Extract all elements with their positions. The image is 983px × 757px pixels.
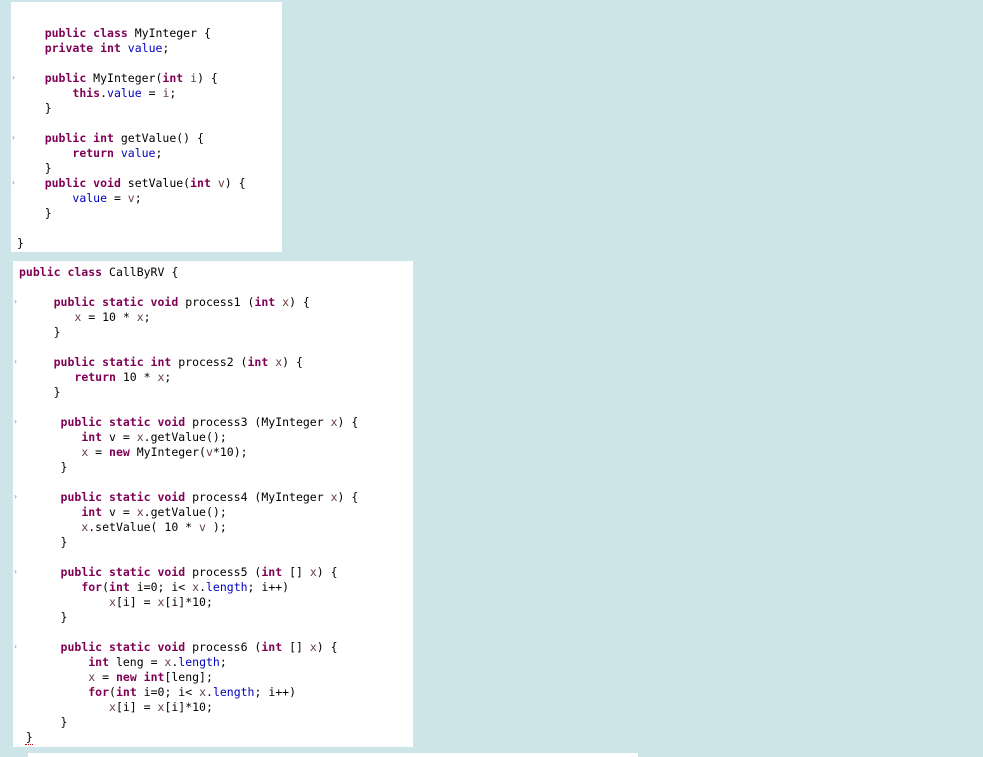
fold-marker-icon[interactable]: › <box>13 298 18 306</box>
fold-marker-icon[interactable]: › <box>13 643 18 651</box>
code-line: value = v; <box>72 191 142 205</box>
code-line: x[i] = x[i]*10; <box>109 700 213 714</box>
code-line: x = new MyInteger(v*10); <box>81 445 248 459</box>
fold-marker-icon[interactable]: › <box>13 358 18 366</box>
code-line: } <box>19 715 68 729</box>
code-panel-myinteger[interactable]: public class MyInteger { private int val… <box>11 2 282 252</box>
code-line: } <box>19 535 68 549</box>
code-line: public class MyInteger { <box>44 26 211 40</box>
code-line: private int value; <box>44 41 170 55</box>
code-panel-callbyrv[interactable]: public class CallByRV { › public static … <box>13 261 413 747</box>
code-line: public class CallByRV { <box>19 265 179 279</box>
code-line: public void setValue(int v) { <box>44 176 246 190</box>
code-line: x = new int[leng]; <box>88 670 213 684</box>
code-line: public static void process4 (MyInteger x… <box>60 490 359 504</box>
code-line: } <box>17 161 52 175</box>
code-line: public static int process2 (int x) { <box>53 355 303 369</box>
code-line: return value; <box>72 146 163 160</box>
warning-squiggle-icon <box>25 741 33 745</box>
code-line: public static void process5 (int [] x) { <box>60 565 338 579</box>
code-line: public MyInteger(int i) { <box>44 71 218 85</box>
code-line: return 10 * x; <box>74 370 172 384</box>
code-line: public int getValue() { <box>44 131 204 145</box>
fold-marker-icon[interactable]: › <box>11 179 16 187</box>
code-line: } <box>19 325 61 339</box>
code-line: x[i] = x[i]*10; <box>109 595 213 609</box>
code-line: x = 10 * x; <box>74 310 151 324</box>
code-line: } <box>19 460 68 474</box>
code-line: } <box>19 385 61 399</box>
fold-marker-icon[interactable]: › <box>13 418 18 426</box>
code-line: for(int i=0; i< x.length; i++) <box>88 685 297 699</box>
fold-marker-icon[interactable]: › <box>11 74 16 82</box>
code-line: public static void process1 (int x) { <box>53 295 310 309</box>
code-line: int v = x.getValue(); <box>81 505 227 519</box>
fold-marker-icon[interactable]: › <box>11 134 16 142</box>
fold-marker-icon[interactable]: › <box>13 568 18 576</box>
code-line: public static void process6 (int [] x) { <box>60 640 338 654</box>
code-line: x.setValue( 10 * v ); <box>81 520 227 534</box>
fold-marker-icon[interactable]: › <box>13 493 18 501</box>
code-line: for(int i=0; i< x.length; i++) <box>81 580 290 594</box>
code-line: this.value = i; <box>72 86 177 100</box>
class-name: MyInteger { <box>134 26 211 40</box>
code-line: } <box>17 236 24 250</box>
code-line: } <box>17 101 52 115</box>
code-line: int leng = x.length; <box>88 655 227 669</box>
bottom-strip <box>28 753 638 757</box>
code-line: public static void process3 (MyInteger x… <box>60 415 359 429</box>
code-line: } <box>19 610 68 624</box>
code-line: int v = x.getValue(); <box>81 430 227 444</box>
code-line: } <box>17 206 52 220</box>
